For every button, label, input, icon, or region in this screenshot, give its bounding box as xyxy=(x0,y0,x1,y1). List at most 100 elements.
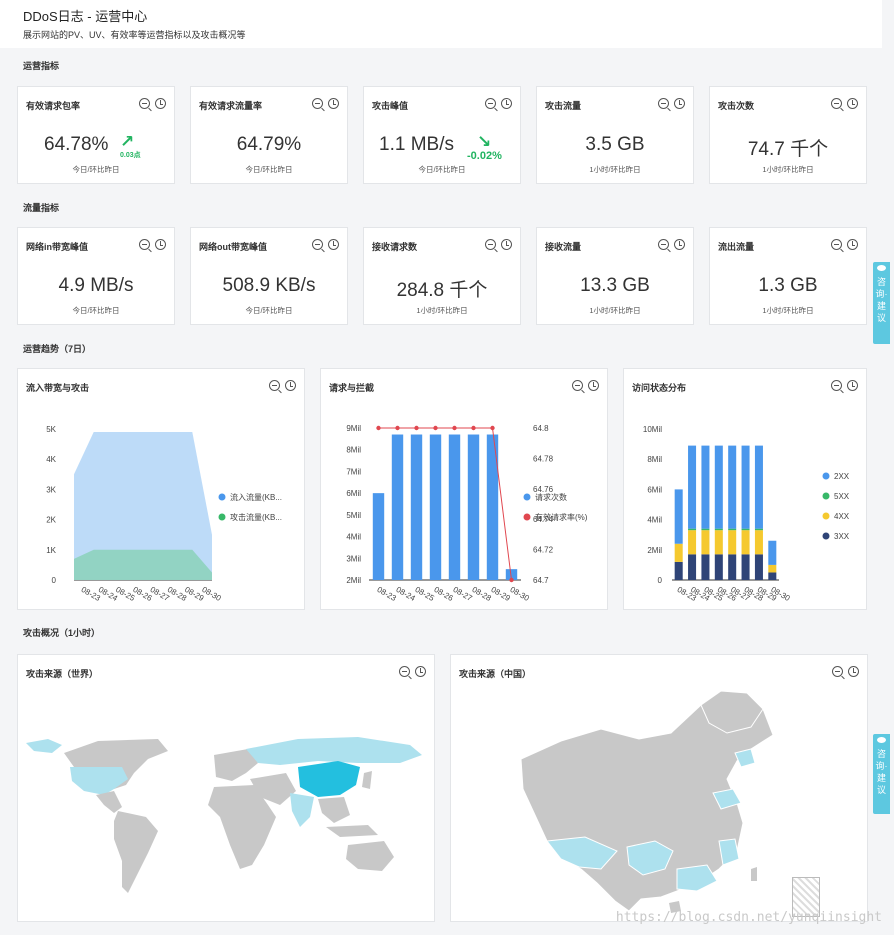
bar-segment xyxy=(754,528,763,531)
metric-subtitle: 1小时/环比昨日 xyxy=(589,165,641,174)
y-tick-label-right: 64.78 xyxy=(533,454,554,463)
consult-tab-bottom[interactable]: 咨询·建议 xyxy=(873,734,890,814)
y-tick-label: 8Mil xyxy=(647,455,662,464)
metric-card-outbound-traffic: 流出流量 1.3 GB 1小时/环比昨日 xyxy=(709,227,867,325)
zoom-icon[interactable] xyxy=(485,239,496,250)
legend-label: 3XX xyxy=(834,532,850,541)
y-tick-label: 7Mil xyxy=(346,467,361,476)
clock-icon[interactable] xyxy=(847,98,858,109)
y-tick-label: 0 xyxy=(658,576,663,585)
section-title-traffic: 流量指标 xyxy=(23,203,60,213)
x-tick-label: 08-27 xyxy=(452,585,475,603)
bar-segment xyxy=(701,445,710,529)
metric-value: 74.7 千个 xyxy=(747,139,829,160)
legend-label: 5XX xyxy=(834,492,850,501)
clock-icon[interactable] xyxy=(501,98,512,109)
card-title: 攻击峰值 xyxy=(372,101,409,111)
japan-region xyxy=(362,771,372,789)
bar-segment xyxy=(754,445,763,529)
legend-marker xyxy=(523,493,531,501)
legend-marker xyxy=(822,492,830,500)
y-tick-label: 1K xyxy=(46,546,56,555)
zoom-icon[interactable] xyxy=(312,98,323,109)
bar-segment xyxy=(714,530,723,555)
legend-marker xyxy=(822,532,830,540)
bar-segment xyxy=(688,528,697,531)
clock-icon[interactable] xyxy=(674,239,685,250)
legend-label: 4XX xyxy=(834,512,850,521)
page-header: DDoS日志 - 运营中心 展示网站的PV、UV、有效率等运营指标以及攻击概况等 xyxy=(0,0,882,48)
bar-segment xyxy=(714,554,723,580)
zoom-icon[interactable] xyxy=(139,98,150,109)
trend-down-indicator: ↘ -0.02% xyxy=(467,132,502,162)
zoom-icon[interactable] xyxy=(658,98,669,109)
bar-segment xyxy=(728,554,737,580)
card-title: 攻击流量 xyxy=(545,101,582,111)
bar xyxy=(448,434,461,580)
bar-segment xyxy=(701,528,710,531)
bar-segment xyxy=(701,554,710,580)
metric-card-received-requests: 接收请求数 284.8 千个 1小时/环比昨日 xyxy=(363,227,521,325)
legend-marker xyxy=(822,512,830,520)
y-tick-label: 5Mil xyxy=(346,511,361,520)
metric-value: 1.3 GB xyxy=(758,275,818,296)
y-tick-label: 3Mil xyxy=(346,554,361,563)
map-card-world: 攻击来源（世界） xyxy=(17,654,435,922)
y-tick-label-right: 64.7 xyxy=(533,576,549,585)
clock-icon[interactable] xyxy=(155,98,166,109)
metric-subtitle: 今日/环比昨日 xyxy=(245,306,293,315)
clock-icon[interactable] xyxy=(328,98,339,109)
russia-region xyxy=(246,737,422,765)
page-subtitle: 展示网站的PV、UV、有效率等运营指标以及攻击概况等 xyxy=(23,30,246,40)
bar-segment xyxy=(674,489,683,544)
bar xyxy=(410,434,423,580)
y-tick-label: 4Mil xyxy=(346,533,361,542)
bandwidth-chart: 01K2K3K4K5K08-2308-2408-2508-2608-2708-2… xyxy=(46,425,282,603)
zoom-icon[interactable] xyxy=(139,239,150,250)
clock-icon[interactable] xyxy=(155,239,166,250)
bar-segment xyxy=(728,528,737,531)
taiwan-region xyxy=(751,867,757,881)
y-tick-label: 8Mil xyxy=(346,446,361,455)
fujian-region xyxy=(718,838,740,866)
zoom-icon[interactable] xyxy=(831,239,842,250)
legend-label: 攻击流量(KB... xyxy=(230,512,282,522)
zoom-icon[interactable] xyxy=(658,239,669,250)
legend-label: 流入流量(KB... xyxy=(230,492,282,502)
card-title: 攻击次数 xyxy=(718,101,755,111)
metric-subtitle: 今日/环比昨日 xyxy=(72,306,120,315)
clock-icon[interactable] xyxy=(501,239,512,250)
metric-card-in-bandwidth: 网络in带宽峰值 4.9 MB/s 今日/环比昨日 xyxy=(17,227,175,325)
y-tick-label-right: 64.8 xyxy=(533,424,549,433)
legend-label: 请求次数 xyxy=(535,492,567,502)
bar xyxy=(372,493,385,580)
bar-segment xyxy=(768,540,777,565)
bar-segment xyxy=(688,554,697,580)
y-tick-label: 10Mil xyxy=(643,425,662,434)
metric-value: 4.9 MB/s xyxy=(58,275,134,296)
x-tick-label: 08-24 xyxy=(395,585,418,603)
y-tick-label-right: 64.72 xyxy=(533,546,554,555)
y-tick-label: 9Mil xyxy=(346,424,361,433)
area-series-1 xyxy=(74,549,212,580)
clock-icon[interactable] xyxy=(847,239,858,250)
legend-marker xyxy=(218,513,226,521)
clock-icon[interactable] xyxy=(674,98,685,109)
zoom-icon[interactable] xyxy=(312,239,323,250)
bar-segment xyxy=(728,445,737,529)
bar-segment xyxy=(768,564,777,573)
zoom-icon[interactable] xyxy=(485,98,496,109)
metric-card-received-traffic: 接收流量 13.3 GB 1小时/环比昨日 xyxy=(536,227,694,325)
bar-segment xyxy=(741,530,750,555)
x-tick-label: 08-25 xyxy=(414,585,437,603)
card-title: 有效请求流量率 xyxy=(199,101,263,111)
zoom-icon[interactable] xyxy=(831,98,842,109)
bar-segment xyxy=(688,530,697,555)
metric-card-attack-count: 攻击次数 74.7 千个 1小时/环比昨日 xyxy=(709,86,867,184)
consult-tab-top[interactable]: 咨询·建议 xyxy=(873,262,890,344)
world-map[interactable] xyxy=(18,655,436,923)
section-title-attack: 攻击概况（1小时） xyxy=(23,628,101,638)
indonesia-region xyxy=(326,825,378,837)
clock-icon[interactable] xyxy=(328,239,339,250)
metric-subtitle: 今日/环比昨日 xyxy=(418,165,466,174)
